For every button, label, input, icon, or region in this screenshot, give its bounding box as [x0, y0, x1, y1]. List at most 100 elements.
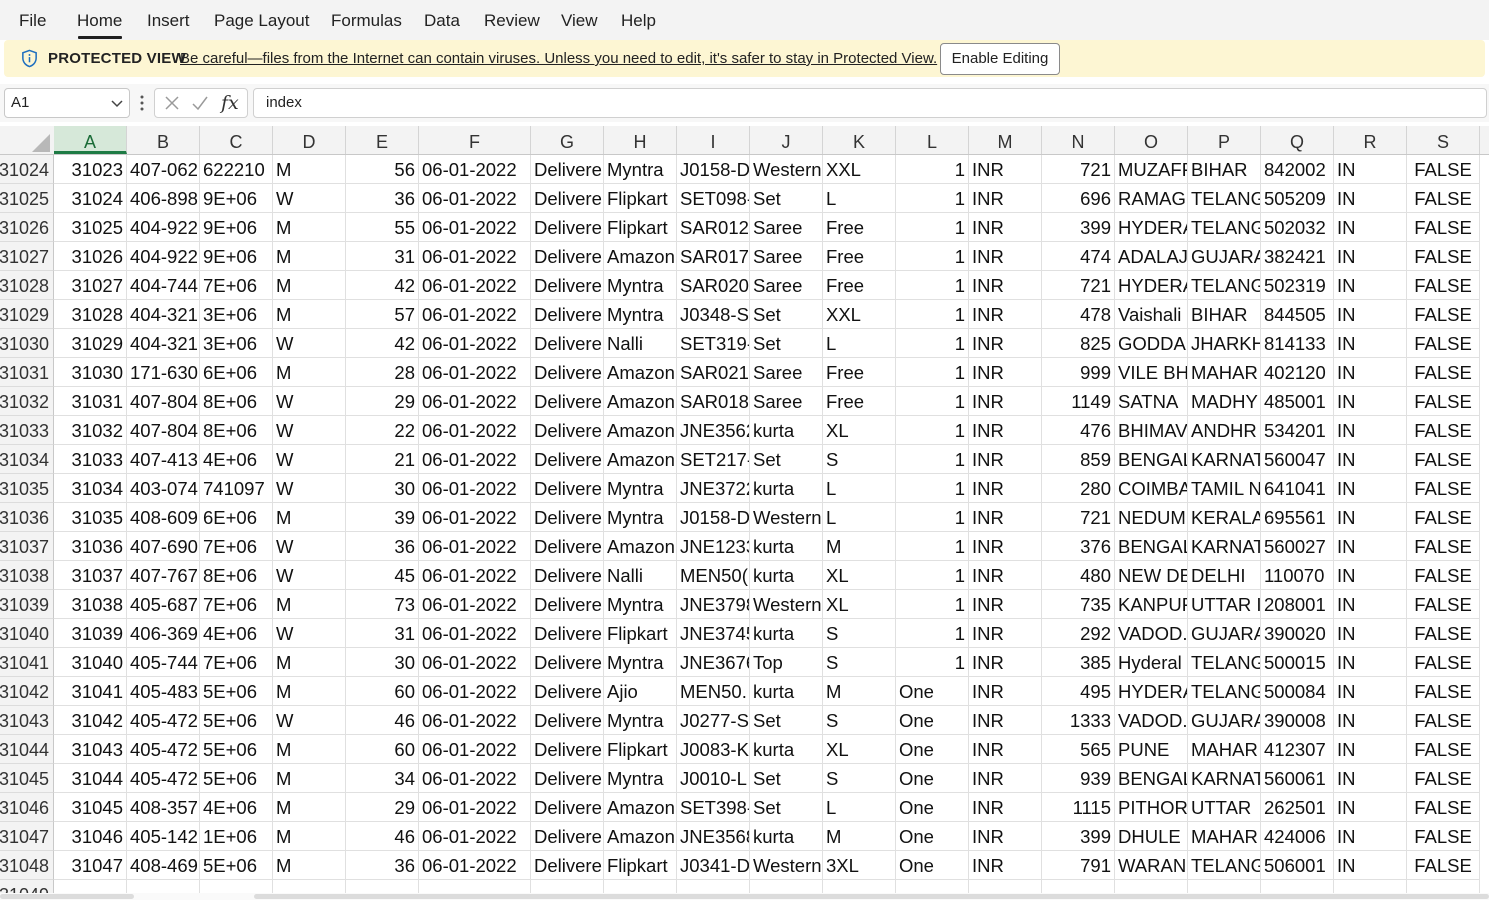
cell-r[interactable]: IN: [1334, 822, 1407, 851]
cell-a[interactable]: 31043: [54, 735, 127, 764]
cell-s[interactable]: FALSE: [1407, 793, 1480, 822]
cell-e[interactable]: 34: [346, 764, 419, 793]
cell-s[interactable]: FALSE: [1407, 677, 1480, 706]
column-header-e[interactable]: E: [346, 126, 419, 154]
cell-c[interactable]: 8E+06: [200, 561, 273, 590]
cell-n[interactable]: 735: [1042, 590, 1115, 619]
cell-g[interactable]: Delivere: [531, 474, 604, 503]
cell-p[interactable]: GUJARA: [1188, 706, 1261, 735]
cell-m[interactable]: INR: [969, 532, 1042, 561]
check-icon[interactable]: [191, 94, 209, 112]
cell-p[interactable]: KERALA: [1188, 503, 1261, 532]
cell-e[interactable]: 46: [346, 706, 419, 735]
cell-r[interactable]: IN: [1334, 445, 1407, 474]
cell-m[interactable]: INR: [969, 387, 1042, 416]
cell-i[interactable]: SAR018: [677, 387, 750, 416]
cell-r[interactable]: IN: [1334, 561, 1407, 590]
cell-p[interactable]: KARNAT: [1188, 445, 1261, 474]
cell-n[interactable]: 495: [1042, 677, 1115, 706]
cell-a[interactable]: 31026: [54, 242, 127, 271]
column-header-k[interactable]: K: [823, 126, 896, 154]
cell-r[interactable]: IN: [1334, 503, 1407, 532]
row-header[interactable]: 31034: [0, 445, 54, 474]
cell-g[interactable]: Delivere: [531, 590, 604, 619]
cell-a[interactable]: 31025: [54, 213, 127, 242]
cell-h[interactable]: Flipkart: [604, 619, 677, 648]
cell-s[interactable]: FALSE: [1407, 271, 1480, 300]
cell-e[interactable]: 57: [346, 300, 419, 329]
insert-function-icon[interactable]: fx: [221, 89, 239, 117]
cell-i[interactable]: J0083-K: [677, 735, 750, 764]
cell-n[interactable]: 474: [1042, 242, 1115, 271]
cell-o[interactable]: PITHOR: [1115, 793, 1188, 822]
cell-q[interactable]: 695561: [1261, 503, 1334, 532]
cell-o[interactable]: WARAN: [1115, 851, 1188, 880]
cell-i[interactable]: JNE3745: [677, 619, 750, 648]
cell-i[interactable]: SAR021: [677, 358, 750, 387]
cell-r[interactable]: IN: [1334, 851, 1407, 880]
cell-k[interactable]: L: [823, 474, 896, 503]
cell-e[interactable]: 21: [346, 445, 419, 474]
cell-l[interactable]: One: [896, 822, 969, 851]
cell-b[interactable]: 404-744: [127, 271, 200, 300]
cell-k[interactable]: XL: [823, 590, 896, 619]
cell-p[interactable]: KARNAT: [1188, 764, 1261, 793]
cell-l[interactable]: 1: [896, 387, 969, 416]
cell-k[interactable]: Free: [823, 358, 896, 387]
cell-m[interactable]: INR: [969, 706, 1042, 735]
cell-s[interactable]: FALSE: [1407, 735, 1480, 764]
cell-f[interactable]: 06-01-2022: [419, 300, 531, 329]
cell-j[interactable]: Saree: [750, 213, 823, 242]
cell-a[interactable]: 31035: [54, 503, 127, 532]
cell-p[interactable]: TELANG: [1188, 851, 1261, 880]
cell-r[interactable]: IN: [1334, 242, 1407, 271]
cell-q[interactable]: 505209: [1261, 184, 1334, 213]
cell-f[interactable]: 06-01-2022: [419, 474, 531, 503]
cell-j[interactable]: Top: [750, 648, 823, 677]
cell-s[interactable]: FALSE: [1407, 155, 1480, 184]
cell-q[interactable]: 506001: [1261, 851, 1334, 880]
cell-s[interactable]: FALSE: [1407, 851, 1480, 880]
row-header[interactable]: 31038: [0, 561, 54, 590]
cell-k[interactable]: M: [823, 822, 896, 851]
cell-m[interactable]: INR: [969, 561, 1042, 590]
cell-q[interactable]: 208001: [1261, 590, 1334, 619]
cell-r[interactable]: IN: [1334, 677, 1407, 706]
cell-k[interactable]: S: [823, 706, 896, 735]
cell-r[interactable]: IN: [1334, 387, 1407, 416]
cell-p[interactable]: UTTAR I: [1188, 590, 1261, 619]
cell-j[interactable]: Saree: [750, 242, 823, 271]
column-header-l[interactable]: L: [896, 126, 969, 154]
column-header-i[interactable]: I: [677, 126, 750, 154]
cell-e[interactable]: 60: [346, 735, 419, 764]
cell-h[interactable]: Amazon: [604, 242, 677, 271]
cell-o[interactable]: PUNE: [1115, 735, 1188, 764]
row-header[interactable]: 31030: [0, 329, 54, 358]
cell-d[interactable]: M: [273, 793, 346, 822]
cell-e[interactable]: 29: [346, 387, 419, 416]
cell-g[interactable]: Delivere: [531, 387, 604, 416]
cell-a[interactable]: 31044: [54, 764, 127, 793]
cell-b[interactable]: 408-357: [127, 793, 200, 822]
cell-n[interactable]: 1333: [1042, 706, 1115, 735]
row-header[interactable]: 31025: [0, 184, 54, 213]
cell-k[interactable]: Free: [823, 213, 896, 242]
cell-c[interactable]: 4E+06: [200, 619, 273, 648]
column-header-s[interactable]: S: [1407, 126, 1480, 154]
cell-r[interactable]: IN: [1334, 619, 1407, 648]
cell-k[interactable]: XXL: [823, 155, 896, 184]
cell-q[interactable]: 382421: [1261, 242, 1334, 271]
cell-i[interactable]: J0341-D: [677, 851, 750, 880]
cell-p[interactable]: TELANG: [1188, 184, 1261, 213]
cell-q[interactable]: 560027: [1261, 532, 1334, 561]
cell-b[interactable]: 405-472: [127, 735, 200, 764]
cell-o[interactable]: ADALAJ: [1115, 242, 1188, 271]
cell-f[interactable]: 06-01-2022: [419, 561, 531, 590]
cell-g[interactable]: Delivere: [531, 184, 604, 213]
cell-b[interactable]: 405-687: [127, 590, 200, 619]
cell-s[interactable]: FALSE: [1407, 619, 1480, 648]
cell-g[interactable]: Delivere: [531, 735, 604, 764]
cell-n[interactable]: 791: [1042, 851, 1115, 880]
cell-q[interactable]: 842002: [1261, 155, 1334, 184]
cell-i[interactable]: JNE3676: [677, 648, 750, 677]
